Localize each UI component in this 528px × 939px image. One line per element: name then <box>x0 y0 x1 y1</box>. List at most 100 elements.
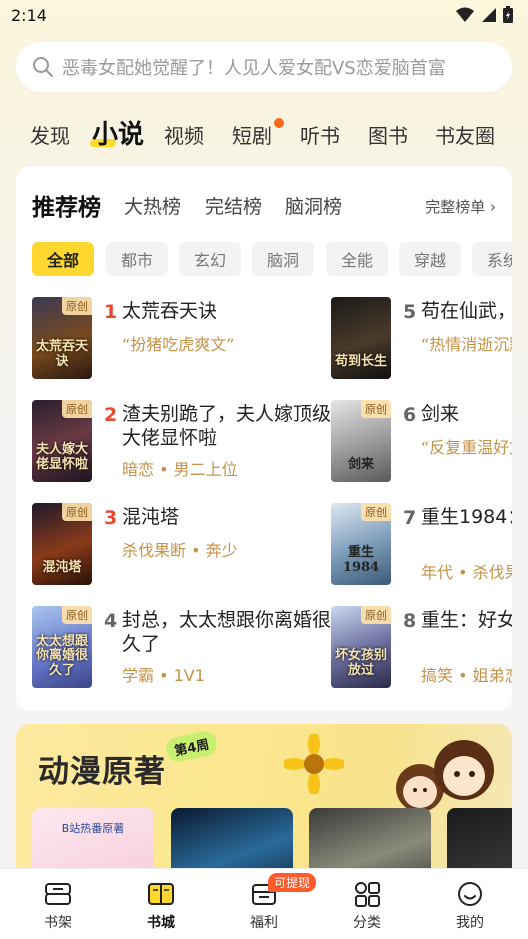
status-time: 2:14 <box>11 6 47 25</box>
chip-all[interactable]: 全部 <box>32 242 94 276</box>
rank-number: 3 <box>104 507 118 529</box>
cover-title: 混沌塔 <box>42 559 82 575</box>
battery-icon <box>503 6 513 23</box>
book-cover: 原创 剑来 <box>331 400 391 482</box>
book-tag: “热情消逝沉默 <box>421 335 512 354</box>
book-tag: 杀伐果断 • 奔少 <box>122 541 238 560</box>
cover-title: 苟到长生 <box>334 353 387 369</box>
book-title: 封总，太太想跟你离婚很久了 <box>122 609 332 655</box>
tab-novel-label: 小说 <box>92 120 145 150</box>
nav-profile[interactable]: 我的 <box>420 869 520 939</box>
rank-number: 4 <box>104 610 118 632</box>
tab-community[interactable]: 书友圈 <box>435 120 495 149</box>
original-badge: 原创 <box>62 400 92 418</box>
book-title: 混沌塔 <box>122 506 180 528</box>
chip-time-travel[interactable]: 穿越 <box>399 242 461 276</box>
tab-video[interactable]: 视频 <box>164 120 204 149</box>
tab-short-drama[interactable]: 短剧 <box>232 118 284 149</box>
rank-number: 5 <box>403 301 417 323</box>
original-badge: 原创 <box>361 400 391 418</box>
week-tag: 第4周 <box>163 728 220 765</box>
book-tag: 搞笑 • 姐弟恋 <box>421 666 512 685</box>
original-badge: 原创 <box>361 606 391 624</box>
chip-fantasy[interactable]: 玄幻 <box>179 242 241 276</box>
status-icons <box>456 6 514 24</box>
book-cover: 原创 坏女孩别放过 <box>331 606 391 688</box>
cover-title: 太太想跟你离婚很久了 <box>35 634 88 678</box>
chevron-right-icon: › <box>490 198 496 216</box>
nav-bookstore[interactable]: 书城 <box>111 869 211 939</box>
category-icon <box>355 882 380 907</box>
book-item[interactable]: 原创 太太想跟你离婚很久了 4 封总，太太想跟你离婚很久了 学霸 • 1V1 <box>32 606 332 688</box>
tab-brainstorm-rank[interactable]: 脑洞榜 <box>285 192 342 219</box>
nav-label: 分类 <box>353 915 381 931</box>
book-title: 剑来 <box>421 403 460 425</box>
full-ranking-label: 完整榜单 <box>425 198 486 216</box>
cover-title: 剑来 <box>347 456 374 472</box>
rank-number: 7 <box>403 507 417 529</box>
rank-number: 1 <box>104 301 118 323</box>
chip-versatile[interactable]: 全能 <box>326 242 388 276</box>
nav-label: 我的 <box>456 915 484 931</box>
anime-original-banner[interactable]: 动漫原著 第4周 B站热番原著 <box>16 724 512 884</box>
book-title: 太荒吞天诀 <box>122 300 218 322</box>
book-item[interactable]: 原创 坏女孩别放过 8 重生：好女负，坏女孩 搞笑 • 姐弟恋 <box>331 606 512 688</box>
book-item[interactable]: 原创 夫人嫁大佬显怀啦 2 渣夫别跪了，夫人嫁顶级大佬显怀啦 暗恋 • 男二上位 <box>32 400 332 482</box>
sunflower-icon <box>284 734 344 794</box>
rank-number: 8 <box>403 610 417 632</box>
book-title: 渣夫别跪了，夫人嫁顶级大佬显怀啦 <box>122 403 332 449</box>
top-tabs: 发现 小说 视频 短剧 听书 图书 书友圈 <box>0 110 528 156</box>
rank-number: 2 <box>104 404 118 426</box>
book-cover: 原创 太荒吞天诀 <box>32 297 92 379</box>
notification-dot <box>274 118 284 128</box>
withdraw-badge: 可提现 <box>268 873 317 892</box>
tab-novel[interactable]: 小说 <box>90 114 145 151</box>
full-ranking-link[interactable]: 完整榜单 › <box>425 196 496 217</box>
chip-brainstorm[interactable]: 脑洞 <box>252 242 314 276</box>
book-title: 苟在仙武， <box>421 300 512 322</box>
status-bar: 2:14 <box>0 0 528 32</box>
cover-title: 重生1984 <box>342 545 380 575</box>
nav-label: 书城 <box>147 915 175 931</box>
category-chips: 全部 都市 玄幻 脑洞 全能 穿越 系统 <box>32 242 512 276</box>
book-tag: “反复重温好文 <box>421 438 512 457</box>
book-cover: 原创 重生1984 <box>331 503 391 585</box>
nav-bookshelf[interactable]: 书架 <box>8 869 108 939</box>
chip-urban[interactable]: 都市 <box>106 242 168 276</box>
book-tag: 学霸 • 1V1 <box>122 666 205 685</box>
nav-label: 福利 <box>250 915 278 931</box>
nav-category[interactable]: 分类 <box>317 869 417 939</box>
book-item[interactable]: 原创 剑来 6 剑来 “反复重温好文 <box>331 400 512 482</box>
tab-hot-rank[interactable]: 大热榜 <box>124 192 181 219</box>
tab-short-drama-label: 短剧 <box>232 124 272 148</box>
tab-discover[interactable]: 发现 <box>30 120 70 149</box>
wifi-icon <box>456 7 474 22</box>
book-item[interactable]: 苟到长生 5 苟在仙武， “热情消逝沉默 <box>331 297 512 379</box>
book-tag: 年代 • 杀伐果 <box>421 563 512 582</box>
book-item[interactable]: 原创 太荒吞天诀 1 太荒吞天诀 “扮猪吃虎爽文” <box>32 297 332 379</box>
original-badge: 原创 <box>361 503 391 521</box>
book-tag: “扮猪吃虎爽文” <box>122 335 235 354</box>
tab-recommend-rank[interactable]: 推荐榜 <box>32 188 101 222</box>
original-badge: 原创 <box>62 606 92 624</box>
book-item[interactable]: 原创 重生1984 7 重生1984：打渔成首富 年代 • 杀伐果 <box>331 503 512 585</box>
tab-completed-rank[interactable]: 完结榜 <box>205 192 262 219</box>
chip-system[interactable]: 系统 <box>472 242 512 276</box>
anime-card-label: B站热番原著 <box>61 822 125 835</box>
book-item[interactable]: 原创 混沌塔 3 混沌塔 杀伐果断 • 奔少 <box>32 503 332 585</box>
nav-rewards[interactable]: 福利 可提现 <box>214 869 317 939</box>
original-badge: 原创 <box>62 297 92 315</box>
nav-label: 书架 <box>44 915 72 931</box>
tab-books[interactable]: 图书 <box>368 120 408 149</box>
book-title: 重生：好女负，坏女孩 <box>421 609 512 631</box>
profile-icon <box>458 882 482 906</box>
book-cover: 原创 混沌塔 <box>32 503 92 585</box>
cover-title: 太荒吞天诀 <box>35 339 88 369</box>
rank-number: 6 <box>403 404 417 426</box>
tab-audiobook[interactable]: 听书 <box>300 120 340 149</box>
book-cover: 苟到长生 <box>331 297 391 379</box>
book-cover: 原创 太太想跟你离婚很久了 <box>32 606 92 688</box>
ranking-card: 推荐榜 大热榜 完结榜 脑洞榜 完整榜单 › 全部 都市 玄幻 脑洞 全能 穿越… <box>16 166 512 711</box>
search-icon <box>33 57 53 77</box>
search-bar[interactable]: 恶毒女配她觉醒了！人见人爱女配VS恋爱脑首富 <box>16 42 512 92</box>
